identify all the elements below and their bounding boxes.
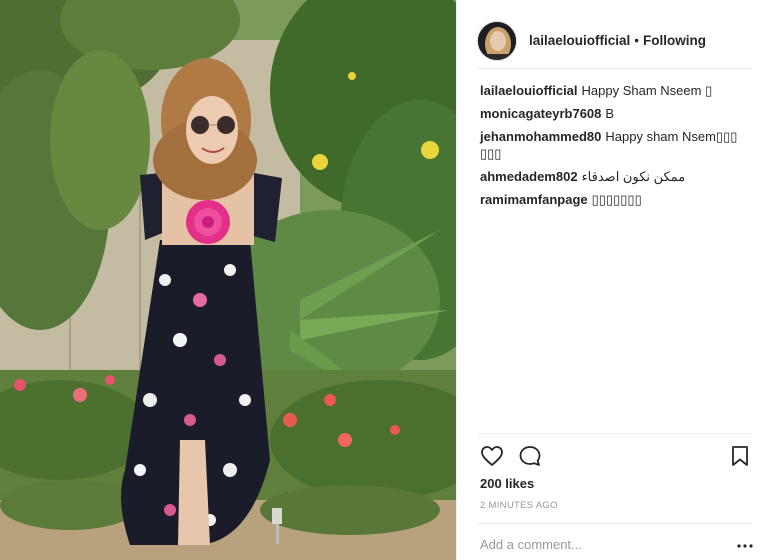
heart-icon[interactable] [480, 444, 504, 468]
comment-username-link[interactable]: ahmedadem802 [480, 169, 578, 184]
action-bar [480, 444, 752, 468]
comment-text: ممكن نكون اصدقاء [581, 169, 686, 184]
post-photo[interactable] [0, 0, 456, 560]
add-comment-input[interactable] [480, 537, 720, 552]
post-photo-image [0, 0, 456, 560]
comments-list: lailaelouiofficial Happy Sham Nseem ▯ mon… [480, 82, 752, 214]
post-header: lailaelouiofficial • Following [477, 13, 753, 69]
header-separator: • [634, 32, 640, 48]
more-dots-icon[interactable] [737, 538, 753, 548]
comment-text: Happy Sham Nseem ▯ [581, 83, 713, 98]
comment-username-link[interactable]: jehanmohammed80 [480, 129, 601, 144]
comment-username-link[interactable]: lailaelouiofficial [480, 83, 578, 98]
following-button[interactable]: Following [643, 33, 706, 48]
comment-text: ▯▯▯▯▯▯▯ [591, 192, 642, 207]
post-side-panel: lailaelouiofficial • Following lailaelouio… [456, 0, 768, 560]
comment-item: ramimamfanpage ▯▯▯▯▯▯▯ [480, 191, 752, 208]
speech-bubble-icon[interactable] [518, 444, 542, 468]
bookmark-icon[interactable] [728, 444, 752, 468]
avatar-image [478, 21, 516, 60]
likes-count[interactable]: 200 likes [480, 476, 534, 491]
comment-item: lailaelouiofficial Happy Sham Nseem ▯ [480, 82, 752, 99]
comment-username-link[interactable]: monicagateyrb7608 [480, 106, 601, 121]
comment-item: ahmedadem802 ممكن نكون اصدقاء [480, 168, 752, 185]
actions-divider [477, 433, 753, 434]
comment-item: monicagateyrb7608 B [480, 105, 752, 122]
add-comment-row [477, 523, 753, 560]
comment-text: B [605, 106, 615, 121]
comment-username-link[interactable]: ramimamfanpage [480, 192, 588, 207]
header-username-link[interactable]: lailaelouiofficial [529, 33, 630, 48]
comment-item: jehanmohammed80 Happy sham Nsem▯▯▯ ▯▯▯ [480, 128, 752, 162]
avatar[interactable] [477, 20, 517, 61]
post-timestamp[interactable]: 2 MINUTES AGO [480, 500, 558, 511]
